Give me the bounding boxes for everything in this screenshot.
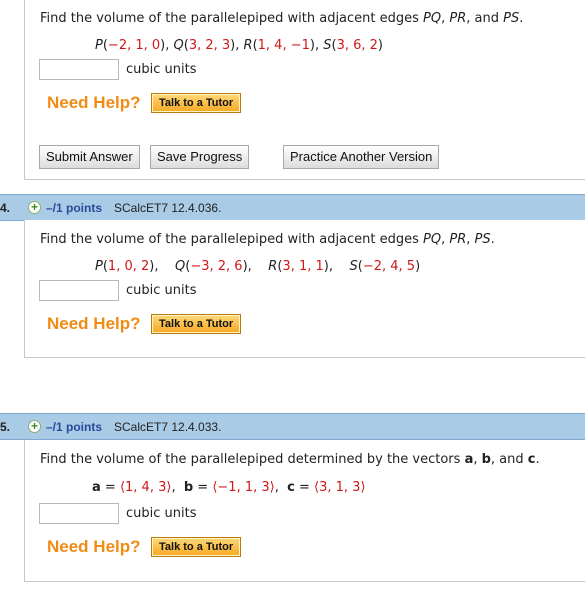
submit-answer-button[interactable]: Submit Answer: [39, 145, 140, 169]
question-3-points: P(−2, 1, 0), Q(3, 2, 3), R(1, 4, −1), S(…: [95, 38, 383, 53]
expand-plus-icon[interactable]: +: [28, 201, 41, 214]
question-4-text: Find the volume of the parallelepiped wi…: [40, 232, 495, 247]
question-4-source: SCalcET7 12.4.036.: [114, 201, 222, 215]
question-5-need-help: Need Help?: [47, 537, 141, 556]
question-5-vectors: a = ⟨1, 4, 3⟩, b = ⟨−1, 1, 3⟩, c = ⟨3, 1…: [92, 480, 366, 495]
question-3-text: Find the volume of the parallelepiped wi…: [40, 11, 524, 26]
question-4-points: –/1 points: [46, 201, 103, 215]
question-5-points: –/1 points: [46, 420, 103, 434]
practice-another-version-button[interactable]: Practice Another Version: [283, 145, 440, 169]
question-5-number: 5.: [0, 420, 11, 434]
question-5-answer-input[interactable]: [39, 503, 119, 524]
question-4-talk-to-tutor-button[interactable]: Talk to a Tutor: [151, 314, 242, 334]
expand-plus-icon[interactable]: +: [28, 420, 41, 433]
question-4-answer-input[interactable]: [39, 280, 119, 301]
question-4-number: 4.: [0, 201, 11, 215]
question-5-talk-to-tutor-button[interactable]: Talk to a Tutor: [151, 537, 242, 557]
question-5-units: cubic units: [126, 506, 197, 521]
question-4-need-help: Need Help?: [47, 314, 141, 333]
question-4-units: cubic units: [126, 283, 197, 298]
question-4-header: 4. + –/1 points SCalcET7 12.4.036.: [0, 194, 585, 221]
question-5-source: SCalcET7 12.4.033.: [114, 420, 222, 434]
question-3-need-help: Need Help?: [47, 93, 141, 112]
question-5-header: 5. + –/1 points SCalcET7 12.4.033.: [0, 413, 585, 440]
question-4-points-list: P(1, 0, 2), Q(−3, 2, 6), R(3, 1, 1), S(−…: [95, 259, 421, 274]
save-progress-button[interactable]: Save Progress: [150, 145, 250, 169]
question-3-answer-input[interactable]: [39, 59, 119, 80]
question-3-talk-to-tutor-button[interactable]: Talk to a Tutor: [151, 93, 242, 113]
question-5-text: Find the volume of the parallelepiped de…: [40, 452, 540, 467]
question-3-units: cubic units: [126, 62, 197, 77]
